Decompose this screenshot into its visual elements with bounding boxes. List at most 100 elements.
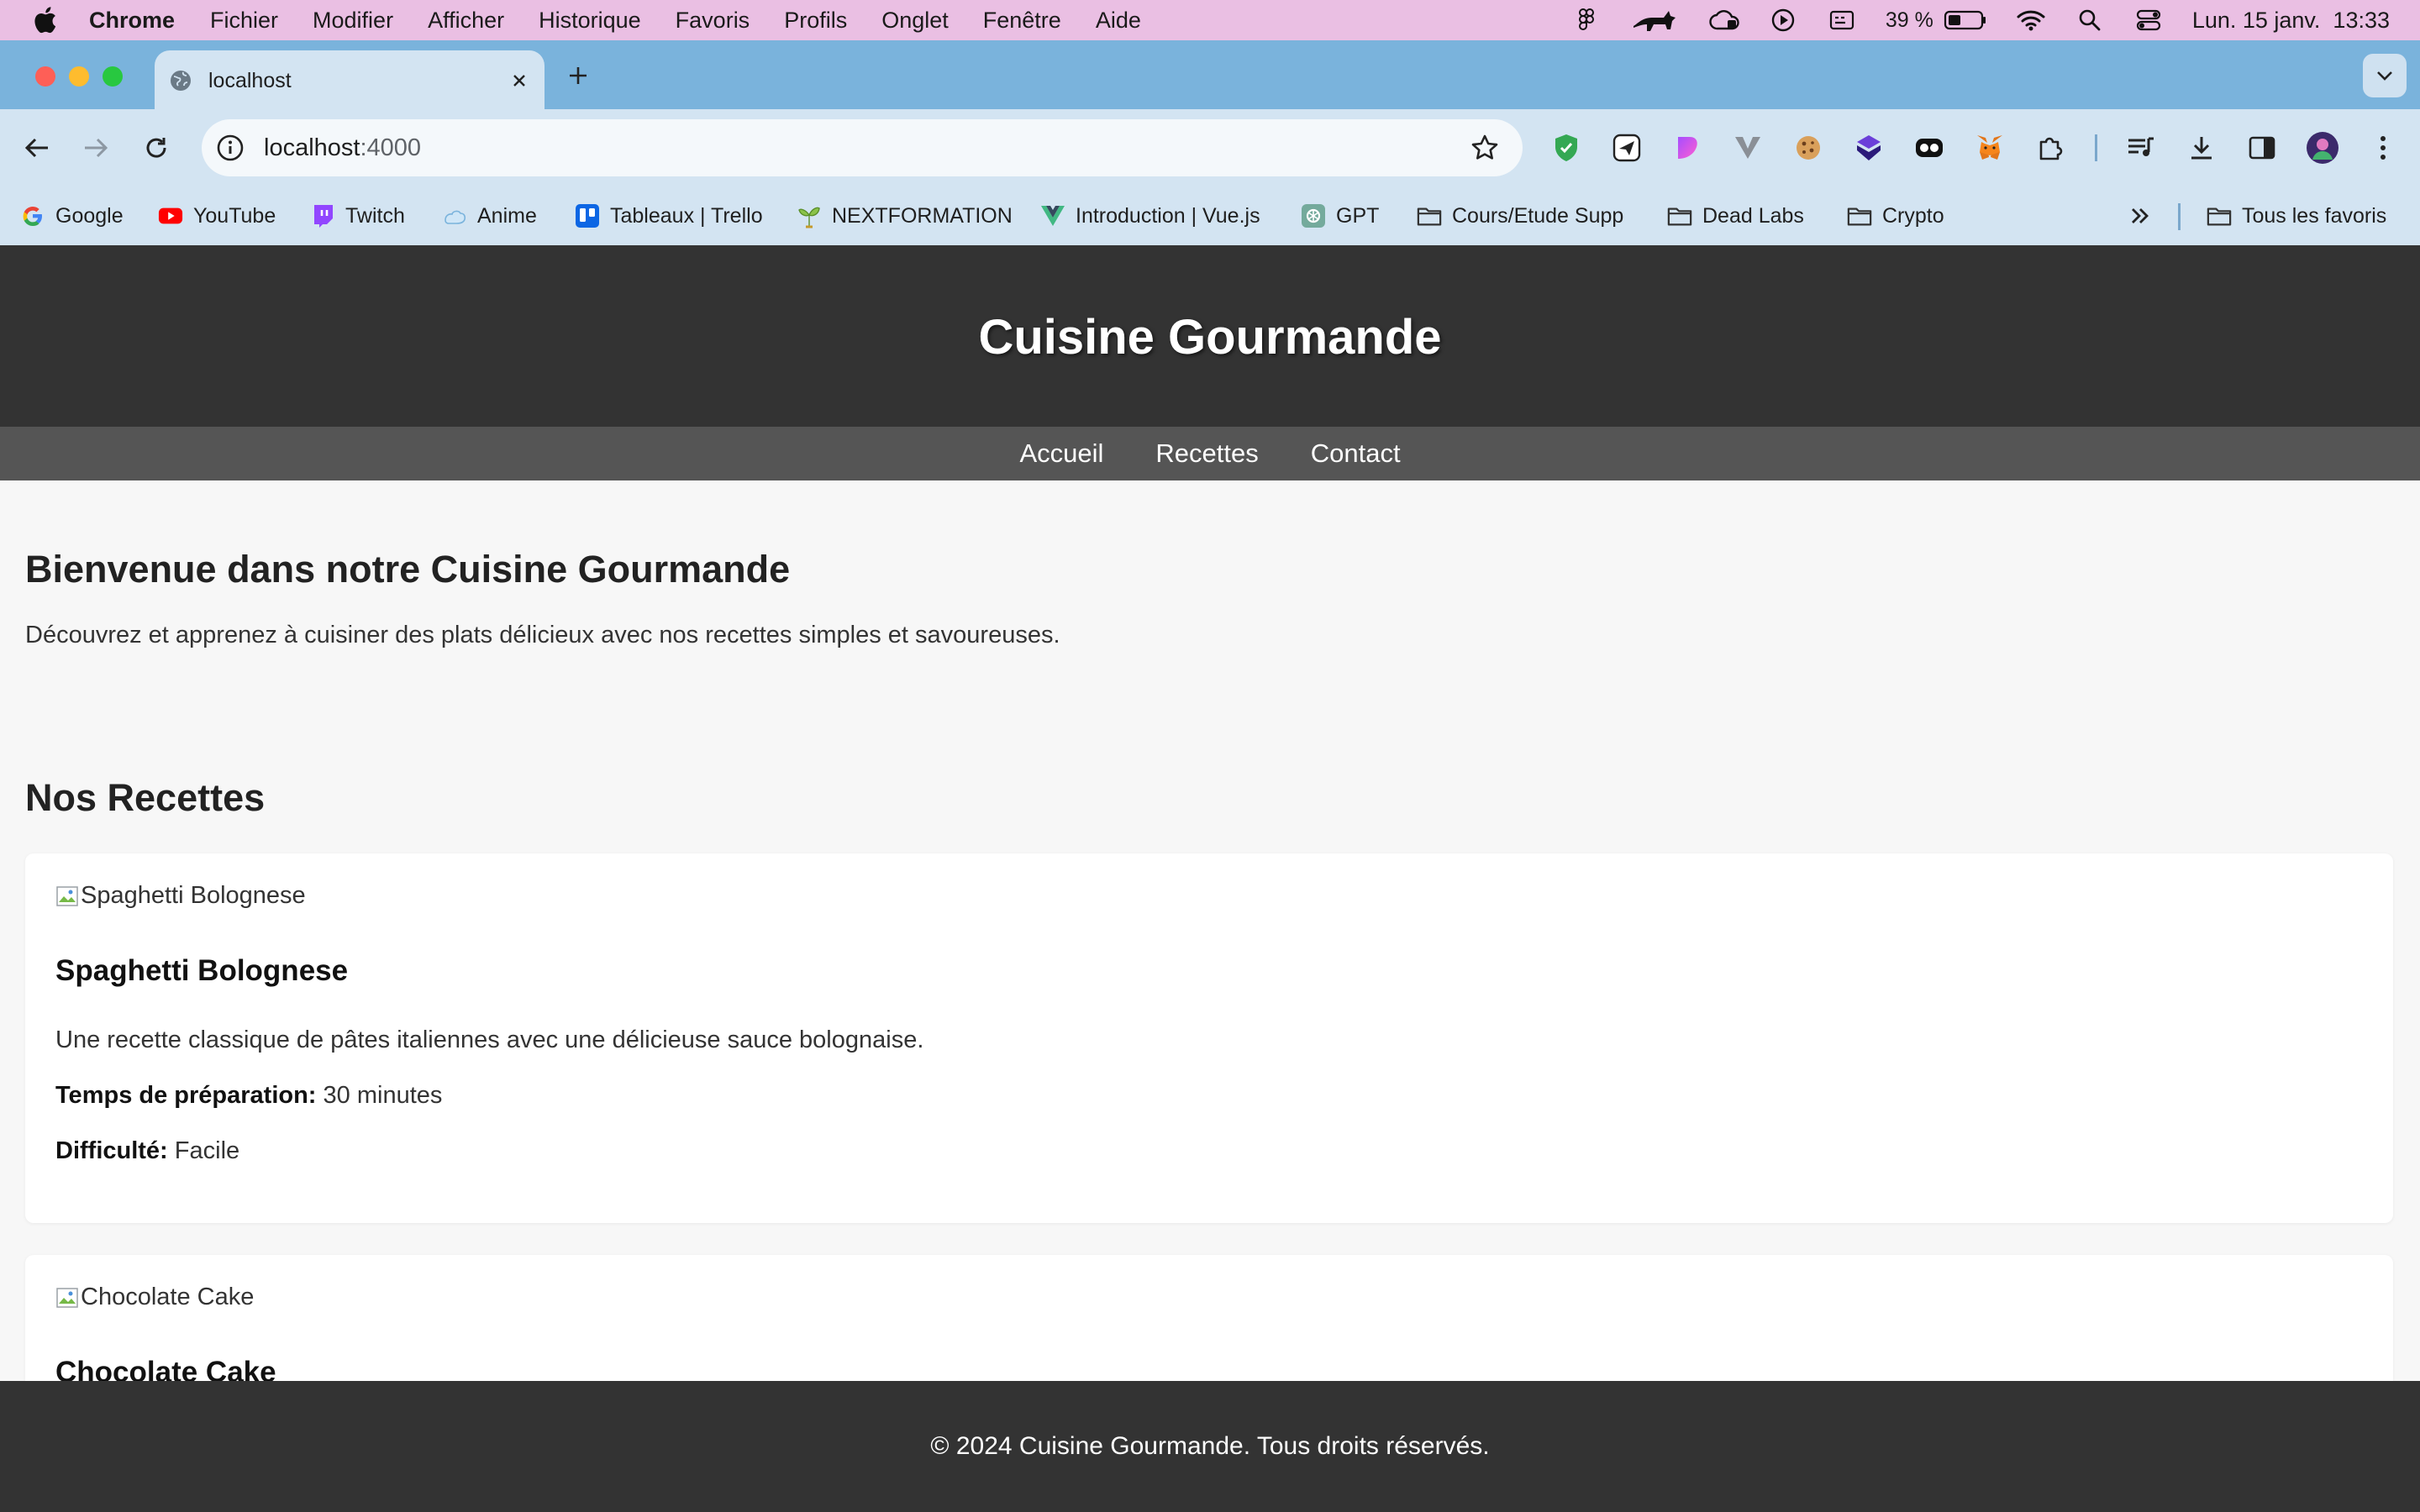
bookmark-label: Introduction | Vue.js bbox=[1076, 203, 1260, 228]
youtube-icon bbox=[158, 203, 183, 228]
keyboard-icon[interactable] bbox=[1827, 5, 1857, 35]
google-icon bbox=[20, 203, 45, 228]
difficulty-label: Difficulté: bbox=[55, 1137, 168, 1164]
intro-heading: Bienvenue dans notre Cuisine Gourmande bbox=[25, 548, 791, 591]
metamask-fox-icon[interactable] bbox=[1973, 131, 2007, 165]
purple-cube-icon[interactable] bbox=[1852, 131, 1886, 165]
menu-app-chrome[interactable]: Chrome bbox=[89, 8, 175, 34]
menu-modifier[interactable]: Modifier bbox=[313, 8, 393, 34]
menu-aide[interactable]: Aide bbox=[1096, 8, 1141, 34]
clock-datetime[interactable]: Lun. 15 janv. 13:33 bbox=[2192, 8, 2390, 34]
apple-icon[interactable] bbox=[32, 6, 60, 34]
bookmark-folder-crypto[interactable]: Crypto bbox=[1847, 186, 1944, 245]
url-host: localhost bbox=[264, 134, 360, 161]
close-tab-icon[interactable] bbox=[502, 64, 536, 97]
vuejs-icon bbox=[1040, 203, 1065, 228]
bookmark-youtube[interactable]: YouTube bbox=[158, 186, 276, 245]
gradient-extension-icon[interactable] bbox=[1670, 131, 1704, 165]
bookmark-anime[interactable]: Anime bbox=[442, 186, 537, 245]
recipe-image-alt: Spaghetti Bolognese bbox=[81, 882, 306, 909]
v-extension-icon[interactable] bbox=[1731, 131, 1765, 165]
media-queue-icon[interactable] bbox=[2124, 131, 2158, 165]
macos-menu-bar: Chrome Fichier Modifier Afficher Histori… bbox=[0, 0, 2420, 40]
recipe-card: Spaghetti Bolognese Spaghetti Bolognese … bbox=[25, 853, 2393, 1223]
battery-icon[interactable] bbox=[1944, 5, 1987, 35]
cookie-icon[interactable] bbox=[1791, 131, 1825, 165]
bookmark-vuejs[interactable]: Introduction | Vue.js bbox=[1040, 186, 1260, 245]
menu-fichier[interactable]: Fichier bbox=[210, 8, 278, 34]
nav-link-recettes[interactable]: Recettes bbox=[1155, 438, 1258, 469]
bookmark-google[interactable]: Google bbox=[20, 186, 124, 245]
profile-avatar-icon[interactable] bbox=[2306, 131, 2339, 165]
zoom-window-button[interactable] bbox=[103, 66, 123, 87]
reload-button[interactable] bbox=[136, 128, 176, 168]
nav-link-contact[interactable]: Contact bbox=[1311, 438, 1401, 469]
figma-icon[interactable] bbox=[1571, 5, 1602, 35]
footer-text: © 2024 Cuisine Gourmande. Tous droits ré… bbox=[930, 1432, 1490, 1460]
bookmark-star-icon[interactable] bbox=[1470, 134, 1499, 162]
recipe-prep-time: Temps de préparation: 30 minutes bbox=[55, 1082, 442, 1110]
menu-onglet[interactable]: Onglet bbox=[881, 8, 949, 34]
wifi-icon[interactable] bbox=[2016, 5, 2046, 35]
menu-favoris[interactable]: Favoris bbox=[676, 8, 750, 34]
prep-time-value: 30 minutes bbox=[323, 1082, 443, 1109]
control-center-icon[interactable] bbox=[2133, 5, 2164, 35]
recipe-image-alt: Chocolate Cake bbox=[81, 1284, 255, 1310]
menu-profils[interactable]: Profils bbox=[784, 8, 847, 34]
menu-fenetre[interactable]: Fenêtre bbox=[983, 8, 1061, 34]
tab-localhost[interactable]: localhost bbox=[155, 50, 544, 111]
side-panel-icon[interactable] bbox=[2245, 131, 2279, 165]
recipe-description: Une recette classique de pâtes italienne… bbox=[55, 1026, 924, 1053]
battery-percent: 39 % bbox=[1885, 8, 1933, 32]
globe-icon bbox=[170, 70, 192, 92]
menu-historique[interactable]: Historique bbox=[539, 8, 641, 34]
bookmark-label: NEXTFORMATION bbox=[832, 203, 1013, 228]
plus-icon bbox=[570, 67, 587, 84]
bookmark-all-folder[interactable]: Tous les favoris bbox=[2207, 186, 2386, 245]
site-header: Cuisine Gourmande bbox=[0, 245, 2420, 427]
url-text[interactable]: localhost:4000 bbox=[264, 134, 1470, 162]
menu-afficher[interactable]: Afficher bbox=[428, 8, 504, 34]
adblock-shield-icon[interactable] bbox=[1549, 131, 1583, 165]
chevron-down-icon bbox=[2377, 71, 2392, 81]
back-button[interactable] bbox=[17, 128, 57, 168]
address-bar[interactable]: localhost:4000 bbox=[202, 119, 1523, 176]
nav-link-accueil[interactable]: Accueil bbox=[1019, 438, 1103, 469]
site-nav: Accueil Recettes Contact bbox=[0, 427, 2420, 480]
site-info-icon[interactable] bbox=[215, 133, 245, 163]
cat-icon[interactable] bbox=[1630, 5, 1681, 35]
download-icon[interactable] bbox=[2185, 131, 2218, 165]
arrow-right-icon bbox=[85, 138, 108, 158]
site-footer: © 2024 Cuisine Gourmande. Tous droits ré… bbox=[0, 1381, 2420, 1512]
toggl-icon[interactable] bbox=[1912, 131, 1946, 165]
bookmark-folder-cours[interactable]: Cours/Etude Supp bbox=[1417, 186, 1623, 245]
bookmark-label: YouTube bbox=[193, 203, 276, 228]
bookmark-trello[interactable]: Tableaux | Trello bbox=[575, 186, 763, 245]
close-window-button[interactable] bbox=[35, 66, 55, 87]
bookmark-folder-dead-labs[interactable]: Dead Labs bbox=[1667, 186, 1804, 245]
web-page: Cuisine Gourmande Accueil Recettes Conta… bbox=[0, 245, 2420, 1512]
play-circle-icon[interactable] bbox=[1768, 5, 1798, 35]
send-extension-icon[interactable] bbox=[1610, 131, 1644, 165]
bookmarks-bar: Google YouTube Twitch Anime Tableaux | T… bbox=[0, 186, 2420, 245]
recipe-image: Spaghetti Bolognese bbox=[55, 882, 306, 910]
recipe-image: Chocolate Cake bbox=[55, 1284, 254, 1311]
trello-icon bbox=[575, 203, 600, 228]
chrome-menu-icon[interactable] bbox=[2366, 131, 2400, 165]
spotlight-search-icon[interactable] bbox=[2075, 5, 2105, 35]
bookmark-nextformation[interactable]: NEXTFORMATION bbox=[797, 186, 1013, 245]
forward-button[interactable] bbox=[76, 128, 116, 168]
bookmark-label: Anime bbox=[477, 203, 537, 228]
reload-icon bbox=[146, 138, 166, 158]
bookmarks-overflow-button[interactable] bbox=[2128, 186, 2153, 245]
minimize-window-button[interactable] bbox=[69, 66, 89, 87]
bookmark-twitch[interactable]: Twitch bbox=[310, 186, 405, 245]
recipes-heading: Nos Recettes bbox=[25, 776, 266, 819]
bookmark-label: Dead Labs bbox=[1702, 203, 1804, 228]
extensions-puzzle-icon[interactable] bbox=[2033, 131, 2067, 165]
bookmark-gpt[interactable]: GPT bbox=[1301, 186, 1379, 245]
folder-icon bbox=[2207, 203, 2232, 228]
creative-cloud-icon[interactable] bbox=[1709, 5, 1739, 35]
tab-search-button[interactable] bbox=[2363, 54, 2407, 97]
new-tab-button[interactable] bbox=[561, 59, 595, 92]
